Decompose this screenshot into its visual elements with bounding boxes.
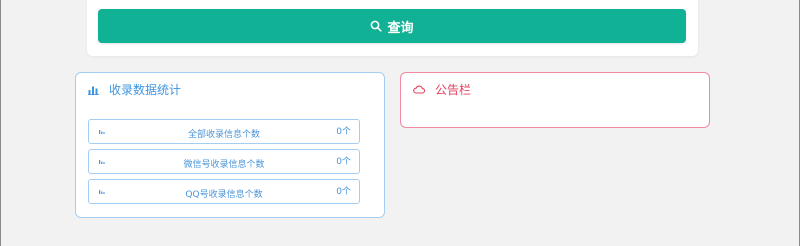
stat-row-label: QQ号收录信息个数: [185, 190, 263, 200]
stat-row-count: 0个: [336, 127, 351, 137]
stats-panel-title: 收录数据统计: [109, 83, 182, 97]
stat-row-count: 0个: [336, 187, 351, 197]
stats-panel-header: 收录数据统计: [88, 81, 181, 98]
stats-panel: 收录数据统计 全部收录信息个数 0个 微信号收录信息个数 0个 QQ号收录信息个…: [75, 72, 385, 218]
query-button-label: 查询: [387, 20, 414, 36]
stat-row-count: 0个: [336, 157, 351, 167]
search-icon: [370, 20, 383, 32]
query-button[interactable]: 查询: [98, 9, 686, 43]
stat-row-all[interactable]: 全部收录信息个数 0个: [88, 119, 360, 144]
stat-row-label: 全部收录信息个数: [187, 130, 260, 140]
query-card: 查询: [87, 0, 698, 56]
stat-row-label: 微信号收录信息个数: [183, 160, 265, 170]
bar-chart-icon: [88, 85, 99, 95]
notice-panel: 公告栏: [400, 72, 710, 128]
stat-row-wechat[interactable]: 微信号收录信息个数 0个: [88, 149, 360, 174]
notice-panel-header: 公告栏: [413, 81, 471, 98]
cloud-icon: [413, 85, 425, 94]
stat-row-qq[interactable]: QQ号收录信息个数 0个: [88, 179, 360, 204]
notice-panel-title: 公告栏: [435, 83, 472, 97]
